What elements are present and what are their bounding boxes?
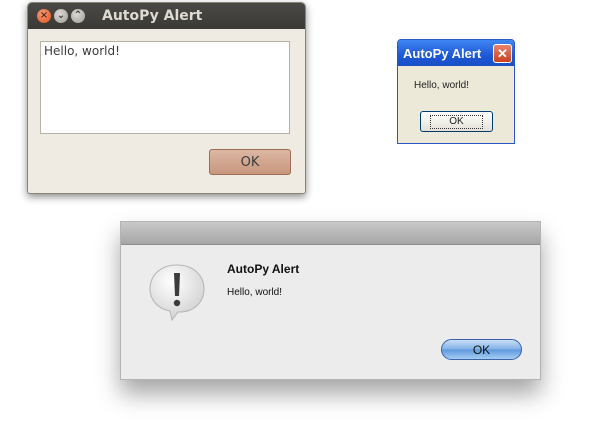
dialog-title: AutoPy Alert xyxy=(227,262,300,276)
ok-button[interactable]: OK xyxy=(420,111,493,132)
mac-titlebar[interactable] xyxy=(121,222,540,245)
xp-alert-window: AutoPy Alert ✕ Hello, world! OK xyxy=(397,39,515,144)
close-icon[interactable]: ✕ xyxy=(493,43,512,63)
xp-titlebar[interactable]: AutoPy Alert ✕ xyxy=(398,40,514,66)
minimize-icon[interactable]: ⌄ xyxy=(54,9,68,23)
exclamation-bubble-icon xyxy=(149,264,205,321)
message-text: Hello, world! xyxy=(414,80,470,91)
window-title: AutoPy Alert xyxy=(102,8,203,24)
maximize-icon[interactable]: ⌃ xyxy=(71,9,85,23)
ok-button[interactable]: OK xyxy=(441,339,522,360)
message-text-area[interactable]: Hello, world! xyxy=(40,41,290,134)
close-icon[interactable]: × xyxy=(37,9,51,23)
ubuntu-titlebar[interactable]: × ⌄ ⌃ AutoPy Alert xyxy=(28,3,305,29)
message-text: Hello, world! xyxy=(227,287,283,298)
mac-alert-window: AutoPy Alert Hello, world! OK xyxy=(120,221,541,380)
ubuntu-alert-window: × ⌄ ⌃ AutoPy Alert Hello, world! OK xyxy=(27,2,306,194)
ok-button-label: OK xyxy=(430,114,483,129)
window-title: AutoPy Alert xyxy=(403,45,482,61)
ok-button[interactable]: OK xyxy=(209,149,291,175)
